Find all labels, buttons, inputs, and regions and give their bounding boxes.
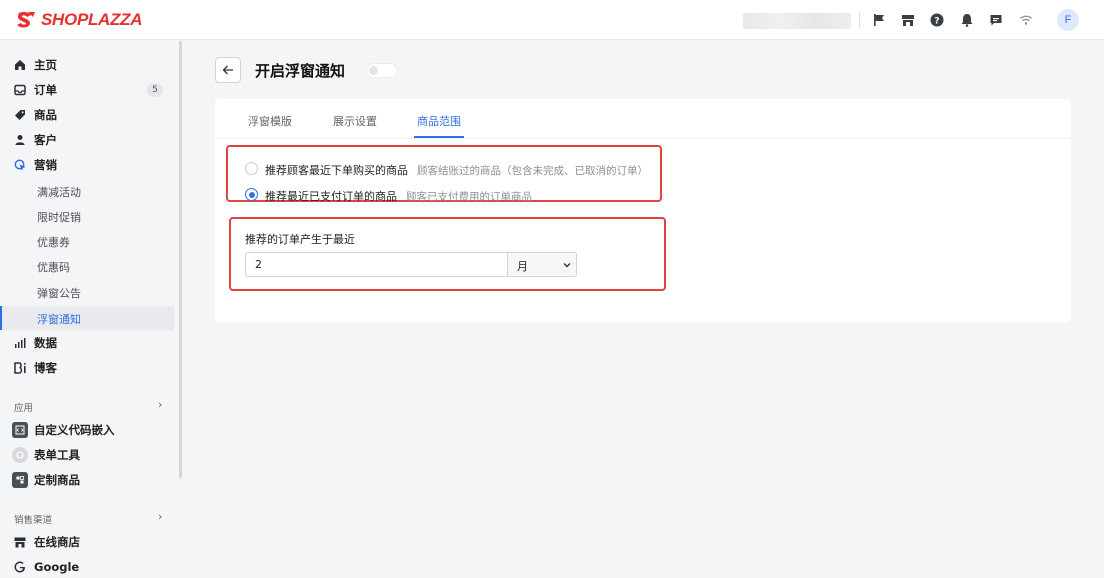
google-icon — [13, 560, 27, 574]
sidebar-item-form-tool[interactable]: 表单工具 — [0, 443, 174, 467]
period-value-input[interactable] — [245, 252, 507, 277]
logo-text: SHOPLAZZA — [41, 10, 143, 29]
sidebar-subitem-label: 限时促销 — [37, 211, 81, 224]
sidebar-item-blog[interactable]: 博客 — [0, 356, 174, 380]
person-icon — [13, 133, 27, 147]
store-icon[interactable] — [899, 11, 917, 29]
arrow-left-icon — [222, 65, 233, 75]
sidebar-item-label: 商品 — [34, 108, 57, 122]
page-title: 开启浮窗通知 — [255, 62, 346, 80]
marketing-icon — [13, 158, 27, 172]
blog-icon — [13, 361, 27, 375]
sidebar-subitem-coupons[interactable]: 优惠券 — [0, 229, 174, 253]
radio-recent-paid-order[interactable] — [245, 188, 258, 201]
shoplazza-logo[interactable]: SHOPLAZZA — [14, 10, 142, 30]
sidebar-item-label: 订单 — [34, 83, 57, 97]
apps-section-label: 应用 — [14, 403, 34, 414]
sidebar-item-custom-product[interactable]: 定制商品 — [0, 468, 174, 492]
chevron-down-icon — [563, 263, 571, 268]
sidebar-item-label: 表单工具 — [34, 448, 80, 462]
sidebar-subitem-full-reduction[interactable]: 满减活动 — [0, 179, 174, 203]
flag-icon[interactable] — [870, 11, 888, 29]
bell-icon[interactable] — [958, 11, 976, 29]
sidebar-item-analytics[interactable]: 数据 — [0, 331, 174, 355]
sidebar-item-label: Google — [34, 560, 80, 574]
store-icon — [13, 535, 27, 549]
sidebar-item-marketing[interactable]: 营销 — [0, 153, 174, 177]
sidebar-item-label: 主页 — [34, 58, 57, 72]
sidebar-item-custom-code[interactable]: 自定义代码嵌入 — [0, 418, 174, 442]
sidebar-item-label: 自定义代码嵌入 — [34, 423, 115, 437]
tab-display-settings[interactable]: 展示设置 — [333, 113, 377, 129]
channels-chevron-right-icon[interactable]: › — [158, 510, 162, 523]
tab-product-scope[interactable]: 商品范围 — [417, 113, 461, 129]
sidebar-subitem-popup-announcement[interactable]: 弹窗公告 — [0, 280, 174, 304]
store-name-redacted[interactable] — [743, 13, 851, 29]
sidebar-item-label: 在线商店 — [34, 535, 80, 549]
sidebar-subitem-label: 优惠券 — [37, 236, 70, 249]
tabs-divider — [215, 138, 1071, 139]
user-avatar[interactable]: F — [1057, 9, 1079, 31]
period-unit-value: 月 — [517, 260, 528, 273]
sidebar-item-label: 营销 — [34, 158, 57, 172]
sidebar-item-label: 定制商品 — [34, 473, 80, 487]
tab-template[interactable]: 浮窗模版 — [248, 113, 292, 129]
shoplazza-logo-icon — [17, 11, 35, 28]
custom-product-icon — [12, 472, 28, 488]
sidebar-item-google[interactable]: Google — [0, 555, 174, 578]
bar-chart-icon — [13, 336, 27, 350]
form-tool-icon — [12, 447, 28, 463]
sidebar-subitem-label: 弹窗公告 — [37, 287, 81, 300]
sidebar-subitem-label: 满减活动 — [37, 186, 81, 199]
sidebar-subitem-label: 优惠码 — [37, 261, 70, 274]
sidebar-subitem-flash-sale[interactable]: 限时促销 — [0, 204, 174, 228]
message-icon[interactable] — [987, 11, 1005, 29]
sidebar-subitem-discount-codes[interactable]: 优惠码 — [0, 254, 174, 278]
sidebar-item-label: 数据 — [34, 336, 57, 350]
sidebar-item-label: 客户 — [34, 133, 57, 147]
enable-notification-toggle[interactable] — [366, 63, 398, 78]
code-embed-icon — [12, 422, 28, 438]
help-icon[interactable]: ? — [928, 11, 946, 29]
option-recent-purchase-label[interactable]: 推荐顾客最近下单购买的商品 — [265, 162, 408, 178]
sidebar-subitem-label: 浮窗通知 — [37, 313, 81, 326]
option-recent-paid-order-desc: 顾客已支付费用的订单商品 — [406, 191, 532, 203]
channels-section-label: 销售渠道 — [14, 515, 53, 526]
option-recent-purchase-desc: 顾客结账过的商品（包含未完成、已取消的订单） — [417, 165, 648, 177]
period-field-label: 推荐的订单产生于最近 — [245, 233, 355, 246]
sidebar-item-home[interactable]: 主页 — [0, 53, 174, 77]
inbox-icon — [13, 83, 27, 97]
wifi-icon[interactable] — [1017, 11, 1035, 29]
top-bar: SHOPLAZZA ? F — [0, 0, 1104, 40]
home-icon — [13, 58, 27, 72]
apps-chevron-right-icon[interactable]: › — [158, 398, 162, 411]
header-divider — [859, 12, 860, 28]
sidebar-item-orders[interactable]: 订单 5 — [0, 78, 174, 102]
sidebar-scrollbar[interactable] — [179, 41, 182, 478]
orders-count-badge: 5 — [147, 83, 163, 97]
sidebar-subitem-floating-notification[interactable]: 浮窗通知 — [0, 306, 174, 330]
radio-recent-purchase[interactable] — [245, 162, 258, 175]
sidebar-item-label: 博客 — [34, 361, 57, 375]
option-recent-paid-order-label[interactable]: 推荐最近已支付订单的商品 — [265, 188, 397, 204]
svg-text:?: ? — [934, 17, 939, 27]
period-unit-select[interactable]: 月 — [507, 252, 577, 277]
tag-icon — [13, 108, 27, 122]
back-button[interactable] — [215, 57, 241, 83]
sidebar-item-customers[interactable]: 客户 — [0, 128, 174, 152]
sidebar-item-products[interactable]: 商品 — [0, 103, 174, 127]
sidebar-item-online-store[interactable]: 在线商店 — [0, 530, 174, 554]
